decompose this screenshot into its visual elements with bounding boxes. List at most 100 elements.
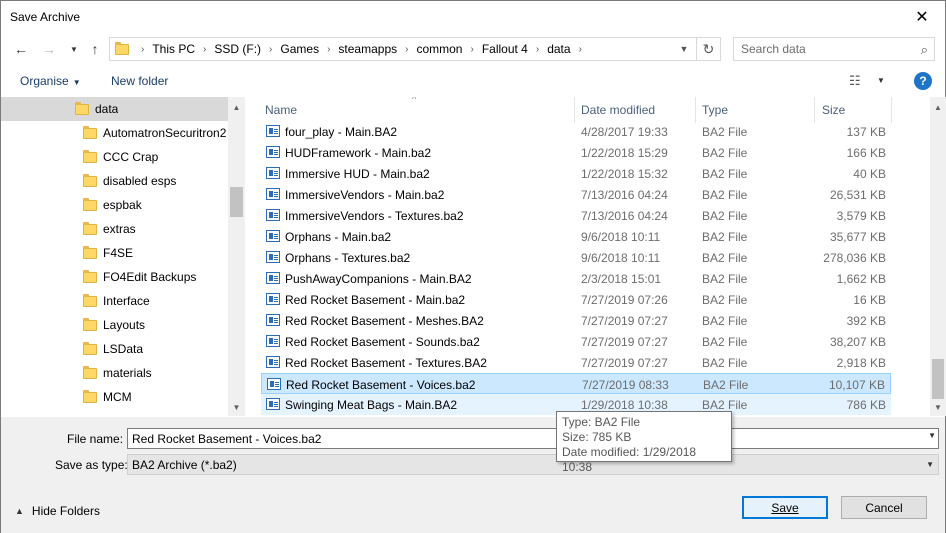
file-date-modified: 1/22/2018 15:29 [581,146,668,160]
scroll-up-icon[interactable]: ▲ [930,99,946,116]
file-row[interactable]: Red Rocket Basement - Meshes.BA2 7/27/201… [261,310,891,331]
sidebar-item-ccc-crap[interactable]: CCC Crap [1,145,228,169]
refresh-icon[interactable]: ↻ [696,38,720,60]
file-row[interactable]: Red Rocket Basement - Sounds.ba2 7/27/201… [261,331,891,352]
column-size[interactable]: Size [822,103,845,117]
folder-icon [83,389,97,403]
file-name: Red Rocket Basement - Textures.BA2 [285,356,487,370]
scrollbar-thumb[interactable] [932,359,944,399]
new-folder-button[interactable]: New folder [111,74,168,88]
file-row[interactable]: four_play - Main.BA2 4/28/2017 19:33 BA2 F… [261,121,891,142]
file-type: BA2 File [702,230,748,244]
breadcrumb-separator-icon[interactable]: › [579,44,582,55]
file-row[interactable]: ImmersiveVendors - Textures.ba2 7/13/2016… [261,205,891,226]
address-bar[interactable]: › This PC › SSD (F:) › Games › steamapps… [109,37,721,61]
close-icon[interactable]: ✕ [899,1,945,32]
file-size: 10,107 KB [828,378,885,392]
save-button[interactable]: Save [742,496,828,519]
forward-arrow-icon[interactable]: → [38,38,60,60]
file-date-modified: 9/6/2018 10:11 [581,251,661,265]
filename-field[interactable]: Red Rocket Basement - Voices.ba2 ▼ [127,428,939,449]
address-history-chevron-icon[interactable]: ▼ [674,38,694,60]
scroll-down-icon[interactable]: ▼ [228,399,245,416]
sidebar-item-extras[interactable]: extras [1,217,228,241]
column-name[interactable]: Name [265,103,297,117]
column-divider[interactable] [814,97,815,123]
hide-folders-button[interactable]: ▲ Hide Folders [15,504,100,518]
search-icon[interactable]: ⌕ [921,42,928,58]
breadcrumb-item[interactable]: This PC [152,42,195,56]
file-info-tooltip: Type: BA2 File Size: 785 KB Date modifie… [556,411,732,474]
column-divider[interactable] [695,97,696,123]
sidebar-item-layouts[interactable]: Layouts [1,313,228,337]
breadcrumb-item[interactable]: steamapps [338,42,397,56]
ba2-file-icon [267,378,281,390]
file-row[interactable]: ImmersiveVendors - Main.ba2 7/13/2016 04:… [261,184,891,205]
scrollbar-thumb[interactable] [230,187,243,217]
organise-button[interactable]: Organise ▼ [20,74,81,88]
recent-locations-chevron-icon[interactable]: ▼ [63,38,85,60]
breadcrumb-separator-icon[interactable]: › [327,44,330,55]
breadcrumb-separator-icon[interactable]: › [141,44,144,55]
save-as-type-select[interactable]: BA2 Archive (*.ba2) ▼ [127,454,939,475]
sidebar-item-mcm[interactable]: MCM [1,385,228,409]
view-details-icon[interactable]: ☷ [849,73,861,89]
sort-ascending-icon: ^ [412,97,417,104]
breadcrumb-separator-icon[interactable]: › [405,44,408,55]
sidebar-item-lsdata[interactable]: LSData [1,337,228,361]
help-icon[interactable]: ? [914,72,932,90]
sidebar-item-disabled-esps[interactable]: disabled esps [1,169,228,193]
sidebar-item-espbak[interactable]: espbak [1,193,228,217]
breadcrumb-item[interactable]: Games [280,42,319,56]
view-options-chevron-icon[interactable]: ▼ [877,76,885,85]
breadcrumb-item[interactable]: common [416,42,462,56]
file-type: BA2 File [702,398,748,412]
file-row[interactable]: Red Rocket Basement - Textures.BA2 7/27/2… [261,352,891,373]
sidebar-item-interface[interactable]: Interface [1,289,228,313]
scroll-down-icon[interactable]: ▼ [930,399,946,416]
file-row[interactable]: Red Rocket Basement - Main.ba2 7/27/2019 … [261,289,891,310]
sidebar-item-data[interactable]: data [1,97,228,121]
folder-icon [83,269,97,283]
command-bar: Organise ▼ New folder ☷ ▼ ? [1,67,945,97]
column-divider[interactable] [574,97,575,123]
file-row[interactable]: HUDFramework - Main.ba2 1/22/2018 15:29 BA… [261,142,891,163]
breadcrumb-item[interactable]: data [547,42,570,56]
breadcrumb-separator-icon[interactable]: › [203,44,206,55]
chevron-down-icon[interactable]: ▼ [928,431,936,440]
sidebar-item-label: extras [103,222,136,236]
sidebar-item-materials[interactable]: materials [1,361,228,385]
breadcrumb-item[interactable]: Fallout 4 [482,42,528,56]
column-date-modified[interactable]: Date modified [581,103,655,117]
file-list-scrollbar[interactable]: ▲ ▼ [930,97,946,416]
sidebar-item-fo4edit-backups[interactable]: FO4Edit Backups [1,265,228,289]
sidebar-item-label: FO4Edit Backups [103,270,197,284]
breadcrumb-separator-icon[interactable]: › [269,44,272,55]
column-divider[interactable] [891,97,892,123]
file-row[interactable]: Immersive HUD - Main.ba2 1/22/2018 15:32 B… [261,163,891,184]
file-name: Orphans - Main.ba2 [285,230,392,244]
sidebar-item-automatronsecuritron2[interactable]: AutomatronSecuritron2 [1,121,228,145]
sidebar-item-label: AutomatronSecuritron2 [103,126,227,140]
file-size: 137 KB [846,125,886,139]
breadcrumb-separator-icon[interactable]: › [470,44,473,55]
file-type: BA2 File [703,378,749,392]
breadcrumb-separator-icon[interactable]: › [536,44,539,55]
back-arrow-icon[interactable]: ← [10,38,32,60]
up-arrow-icon[interactable]: ↑ [84,38,106,60]
sidebar-item-f4se[interactable]: F4SE [1,241,228,265]
sidebar-scrollbar[interactable]: ▲ ▼ [228,97,245,416]
file-row[interactable]: PushAwayCompanions - Main.BA2 2/3/2018 15… [261,268,891,289]
file-date-modified: 4/28/2017 19:33 [581,125,668,139]
breadcrumb-item[interactable]: SSD (F:) [214,42,261,56]
column-type[interactable]: Type [702,103,728,117]
file-row[interactable]: Red Rocket Basement - Voices.ba2 7/27/201… [261,373,891,394]
search-input[interactable]: Search data ⌕ [733,37,935,61]
folder-icon [83,341,97,355]
cancel-button[interactable]: Cancel [841,496,927,519]
file-row[interactable]: Orphans - Main.ba2 9/6/2018 10:11 BA2 File… [261,226,891,247]
save-as-type-label: Save as type: [55,458,128,472]
ba2-file-icon [266,167,280,179]
scroll-up-icon[interactable]: ▲ [228,99,245,116]
file-row[interactable]: Orphans - Textures.ba2 9/6/2018 10:11 BA2 … [261,247,891,268]
